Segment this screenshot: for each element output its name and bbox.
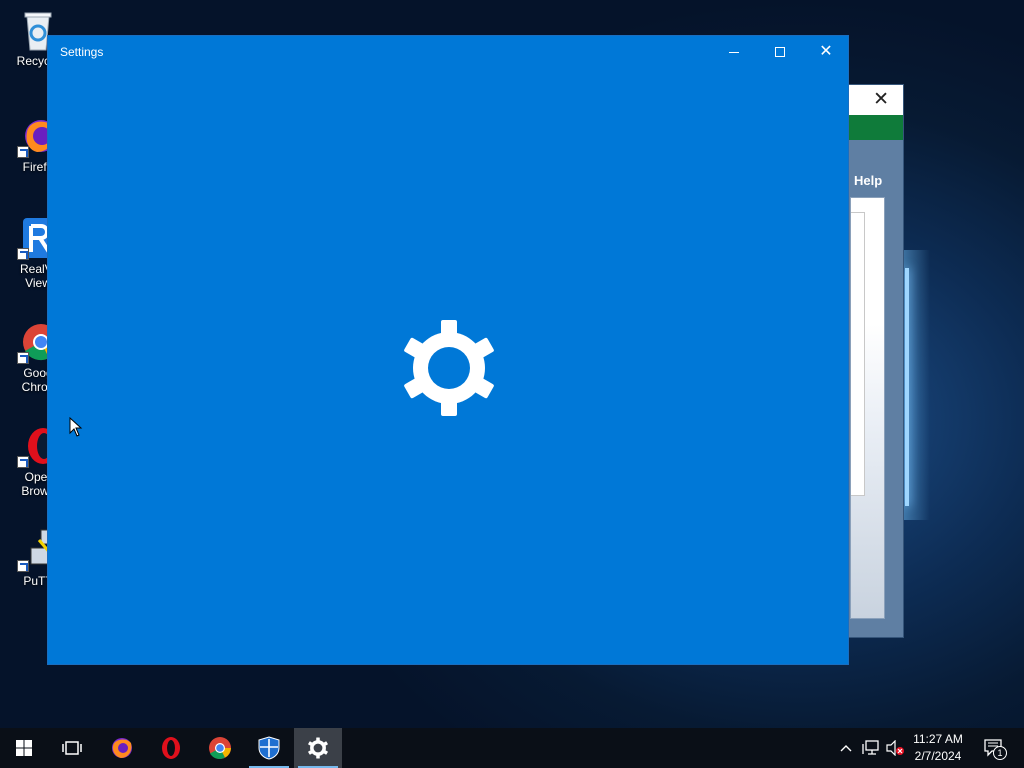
taskbar-opera[interactable] [147, 728, 195, 768]
action-center-button[interactable]: 1 [980, 728, 1008, 768]
settings-gear-icon [399, 318, 499, 418]
clock-date: 2/7/2024 [914, 749, 962, 763]
tray-network[interactable] [860, 728, 882, 768]
mouse-cursor [69, 416, 83, 442]
taskbar-firefox[interactable] [98, 728, 146, 768]
start-button[interactable] [0, 728, 48, 768]
taskbar-clock[interactable]: 11:27 AM 2/7/2024 [902, 731, 974, 765]
close-icon: ✕ [819, 43, 833, 60]
shortcut-arrow-icon [17, 352, 29, 364]
minimize-button[interactable] [711, 36, 757, 68]
minimize-icon [729, 51, 739, 53]
shortcut-arrow-icon [17, 456, 29, 468]
chevron-up-icon [840, 745, 852, 752]
maximize-button[interactable] [757, 36, 803, 68]
close-button[interactable]: ✕ [803, 36, 849, 68]
chrome-icon [209, 737, 231, 759]
shortcut-arrow-icon [17, 560, 29, 572]
firefox-icon [112, 738, 132, 758]
settings-titlebar[interactable]: Settings ✕ [48, 36, 848, 68]
taskbar-chrome[interactable] [196, 728, 244, 768]
settings-gear-icon [308, 737, 328, 759]
taskbar-settings[interactable] [294, 728, 342, 768]
shortcut-arrow-icon [17, 248, 29, 260]
menu-help[interactable]: Help [854, 173, 882, 188]
task-view-button[interactable] [48, 728, 96, 768]
background-window-panel [850, 197, 885, 619]
background-window-list [851, 212, 865, 496]
close-icon[interactable]: ✕ [873, 90, 889, 110]
notification-count-badge: 1 [993, 746, 1007, 760]
settings-window[interactable]: Settings ✕ [47, 35, 849, 665]
window-title: Settings [60, 45, 104, 59]
clock-time: 11:27 AM [913, 732, 963, 746]
tray-overflow-button[interactable] [836, 728, 856, 768]
desktop-wallpaper-light [905, 268, 909, 506]
maximize-icon [775, 47, 785, 57]
network-icon [862, 740, 879, 755]
windows-security-icon [258, 736, 280, 760]
shortcut-arrow-icon [17, 146, 29, 158]
task-view-icon [62, 741, 82, 755]
windows-start-icon [16, 740, 32, 756]
taskbar-windows-security[interactable] [245, 728, 293, 768]
taskbar: 11:27 AM 2/7/2024 1 [0, 728, 1024, 768]
opera-icon [162, 737, 180, 759]
